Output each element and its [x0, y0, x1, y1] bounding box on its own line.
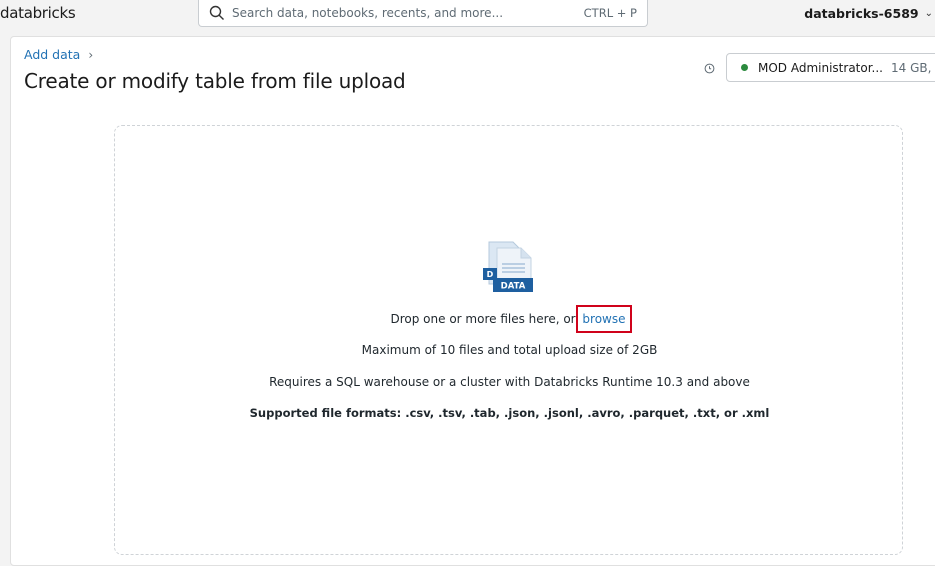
supported-formats-text: Supported file formats: .csv, .tsv, .tab…	[249, 406, 770, 420]
file-dropzone[interactable]: D DATA Drop one or more files here, or b…	[114, 125, 903, 555]
main-panel: Add data › Create or modify table from f…	[10, 36, 935, 566]
databricks-logo[interactable]: databricks	[0, 4, 76, 22]
runtime-requirement-text: Requires a SQL warehouse or a cluster wi…	[269, 375, 750, 389]
compute-status-dot	[741, 64, 748, 71]
chevron-down-icon: ⌄	[924, 8, 933, 19]
breadcrumb-separator: ›	[88, 47, 94, 62]
top-bar: databricks CTRL + P databricks-6589 ⌄	[0, 0, 935, 36]
search-icon	[209, 5, 224, 20]
workspace-switcher[interactable]: databricks-6589 ⌄	[804, 6, 933, 21]
compute-spec: 14 GB, 4 C	[891, 60, 935, 75]
breadcrumb-add-data[interactable]: Add data	[24, 47, 80, 62]
global-search[interactable]: CTRL + P	[198, 0, 648, 27]
breadcrumb: Add data ›	[24, 47, 93, 62]
drop-instructions: Drop one or more files here, or browse	[115, 305, 904, 333]
compute-name: MOD Administrator...	[758, 60, 883, 75]
workspace-name: databricks-6589	[804, 6, 919, 21]
clock-icon[interactable]	[704, 63, 715, 74]
data-file-icon: D DATA	[483, 241, 533, 292]
data-icon-label: DATA	[501, 282, 526, 292]
search-input[interactable]	[232, 6, 584, 20]
page-title: Create or modify table from file upload	[24, 69, 406, 93]
browse-link[interactable]: browse	[576, 305, 632, 333]
upload-limit-text: Maximum of 10 files and total upload siz…	[361, 343, 658, 357]
drop-text: Drop one or more files here, or	[390, 312, 580, 326]
search-shortcut: CTRL + P	[583, 6, 637, 20]
svg-text:D: D	[487, 270, 494, 279]
compute-selector[interactable]: MOD Administrator... 14 GB, 4 C	[726, 53, 935, 82]
